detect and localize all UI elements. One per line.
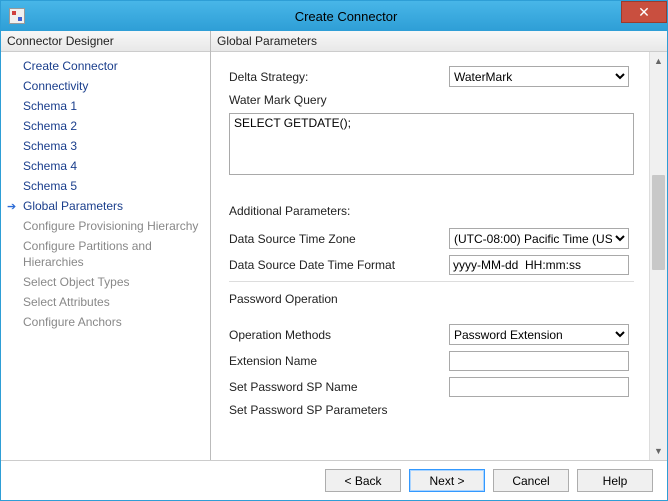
titlebar: Create Connector ✕: [1, 1, 667, 31]
app-icon: [9, 8, 25, 24]
nav-select-attributes: Select Attributes: [1, 292, 210, 312]
cancel-button[interactable]: Cancel: [493, 469, 569, 492]
water-mark-query-label: Water Mark Query: [229, 93, 449, 107]
scroll-thumb[interactable]: [652, 175, 665, 270]
nav-select-object-types: Select Object Types: [1, 272, 210, 292]
nav-schema-5[interactable]: Schema 5: [1, 176, 210, 196]
help-button[interactable]: Help: [577, 469, 653, 492]
footer: < Back Next > Cancel Help: [1, 460, 667, 500]
extension-name-label: Extension Name: [229, 354, 449, 368]
ds-datetime-format-input[interactable]: [449, 255, 629, 275]
nav-configure-provisioning-hierarchy: Configure Provisioning Hierarchy: [1, 216, 210, 236]
current-arrow-icon: ➔: [7, 199, 16, 215]
nav-schema-2[interactable]: Schema 2: [1, 116, 210, 136]
set-password-sp-name-input[interactable]: [449, 377, 629, 397]
ds-datetime-format-label: Data Source Date Time Format: [229, 258, 449, 272]
nav-schema-1[interactable]: Schema 1: [1, 96, 210, 116]
nav-schema-3[interactable]: Schema 3: [1, 136, 210, 156]
nav-create-connector[interactable]: Create Connector: [1, 56, 210, 76]
window-title: Create Connector: [25, 9, 667, 24]
vertical-scrollbar[interactable]: ▲ ▼: [649, 52, 667, 460]
nav-global-parameters[interactable]: ➔ Global Parameters: [1, 196, 210, 216]
extension-name-input[interactable]: [449, 351, 629, 371]
close-icon: ✕: [638, 4, 650, 21]
operation-methods-select[interactable]: Password Extension: [449, 324, 629, 345]
scroll-up-icon[interactable]: ▲: [650, 52, 667, 70]
set-password-sp-parameters-label: Set Password SP Parameters: [229, 403, 449, 417]
nav-configure-partitions-hierarchies: Configure Partitions and Hierarchies: [1, 236, 210, 272]
sidebar: Connector Designer Create Connector Conn…: [1, 31, 211, 460]
main-panel: Global Parameters Delta Strategy: WaterM…: [211, 31, 667, 460]
back-button[interactable]: < Back: [325, 469, 401, 492]
ds-timezone-label: Data Source Time Zone: [229, 232, 449, 246]
delta-strategy-select[interactable]: WaterMark: [449, 66, 629, 87]
water-mark-query-textarea[interactable]: SELECT GETDATE();: [229, 113, 634, 175]
nav-configure-anchors: Configure Anchors: [1, 312, 210, 332]
main-header: Global Parameters: [211, 31, 667, 52]
operation-methods-label: Operation Methods: [229, 328, 449, 342]
delta-strategy-label: Delta Strategy:: [229, 70, 449, 84]
sidebar-header: Connector Designer: [1, 31, 210, 52]
set-password-sp-name-label: Set Password SP Name: [229, 380, 449, 394]
scroll-down-icon[interactable]: ▼: [650, 442, 667, 460]
ds-timezone-select[interactable]: (UTC-08:00) Pacific Time (US & C: [449, 228, 629, 249]
scroll-track[interactable]: [650, 70, 667, 442]
nav-connectivity[interactable]: Connectivity: [1, 76, 210, 96]
additional-parameters-label: Additional Parameters:: [229, 204, 631, 218]
nav-list: Create Connector Connectivity Schema 1 S…: [1, 52, 210, 332]
nav-schema-4[interactable]: Schema 4: [1, 156, 210, 176]
next-button[interactable]: Next >: [409, 469, 485, 492]
divider: [229, 281, 634, 282]
close-button[interactable]: ✕: [621, 1, 667, 23]
password-operation-label: Password Operation: [229, 292, 631, 306]
